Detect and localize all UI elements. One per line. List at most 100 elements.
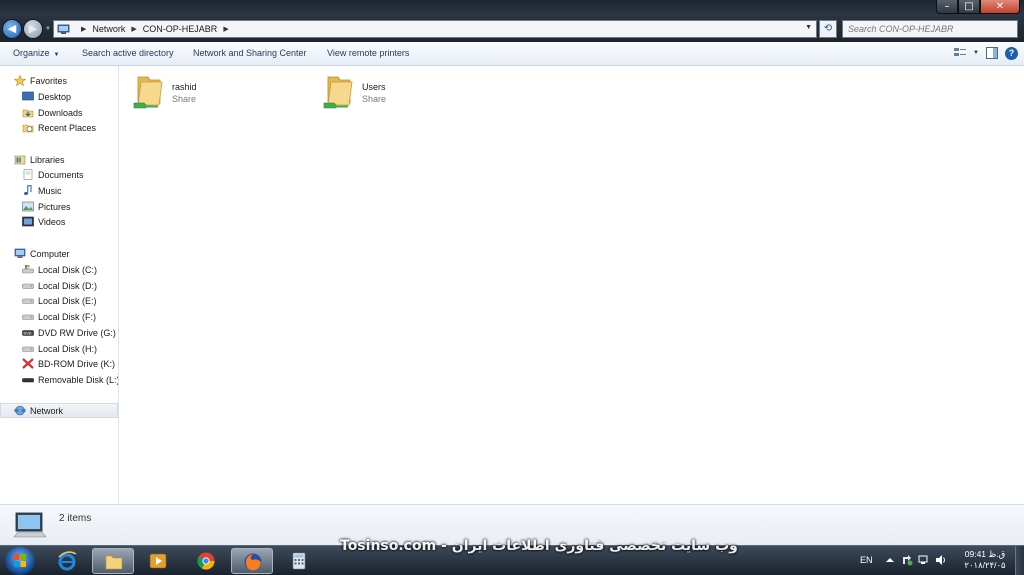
calculator-icon <box>292 552 306 570</box>
nav-label: Computer <box>30 248 70 259</box>
clock[interactable]: 09:41 ق.ظ ۲۰۱۸/۲۴/۰۵ <box>960 549 1010 571</box>
nav-label: Local Disk (F:) <box>38 311 97 322</box>
taskbar-chrome[interactable] <box>185 548 227 574</box>
search-box[interactable] <box>842 20 1018 38</box>
svg-text:DVD: DVD <box>24 332 32 336</box>
windows-drive-icon <box>22 265 34 274</box>
nav-label: Desktop <box>38 91 72 102</box>
nav-label: Pictures <box>38 201 71 212</box>
window-controls: – □ ✕ <box>936 0 1020 14</box>
navigation-pane: Favorites Desktop Downloads Recent Place… <box>0 66 119 504</box>
firefox-icon <box>244 553 262 571</box>
search-active-directory-button[interactable]: Search active directory <box>82 48 174 58</box>
media-player-icon <box>149 553 167 569</box>
title-bar: – □ ✕ <box>0 0 1024 16</box>
nav-local-disk-e[interactable]: Local Disk (E:) <box>22 293 97 308</box>
back-button[interactable]: ◀ <box>2 19 22 39</box>
network-icon <box>57 24 71 35</box>
nav-label: Favorites <box>30 75 68 86</box>
nav-label: Downloads <box>38 107 83 118</box>
show-hidden-icons-icon[interactable] <box>884 554 896 566</box>
nav-music[interactable]: Music <box>22 183 62 198</box>
nav-videos[interactable]: Videos <box>22 214 65 229</box>
start-button[interactable] <box>5 547 35 575</box>
history-dropdown-icon[interactable]: ▼ <box>45 26 51 32</box>
nav-desktop[interactable]: Desktop <box>22 89 71 104</box>
nav-libraries[interactable]: Libraries <box>14 152 65 167</box>
show-desktop-button[interactable] <box>1015 546 1024 575</box>
computer-icon <box>13 512 47 538</box>
clock-time: 09:41 ق.ظ <box>964 549 1006 559</box>
clock-date: ۲۰۱۸/۲۴/۰۵ <box>964 560 1006 570</box>
nav-label: Local Disk (E:) <box>38 295 97 306</box>
taskbar-firefox[interactable] <box>231 548 273 574</box>
view-dropdown-icon[interactable]: ▼ <box>973 50 979 56</box>
search-input[interactable] <box>843 21 1017 37</box>
nav-dvd-drive-g[interactable]: DVD DVD RW Drive (G:) M <box>22 325 119 340</box>
preview-pane-icon[interactable] <box>985 46 999 60</box>
documents-icon <box>23 169 33 180</box>
nav-label: Local Disk (H:) <box>38 343 98 354</box>
share-item-users[interactable]: Users Share <box>322 70 472 110</box>
file-list: rashid Share Users Share <box>120 66 1024 504</box>
network-sharing-center-button[interactable]: Network and Sharing Center <box>193 48 307 58</box>
system-tray <box>884 554 947 566</box>
nav-downloads[interactable]: Downloads <box>22 105 83 120</box>
breadcrumb-network[interactable]: Network <box>92 24 125 34</box>
nav-local-disk-h[interactable]: Local Disk (H:) <box>22 341 97 356</box>
taskbar-calculator[interactable] <box>278 548 320 574</box>
nav-recent-places[interactable]: Recent Places <box>22 120 96 135</box>
nav-label: Documents <box>38 169 84 180</box>
nav-computer[interactable]: Computer <box>14 246 70 261</box>
nav-network[interactable]: Network <box>14 403 63 418</box>
share-name: rashid <box>172 82 197 92</box>
nav-local-disk-d[interactable]: Local Disk (D:) <box>22 278 97 293</box>
nav-bd-rom-drive-k[interactable]: BD-ROM Drive (K:) D <box>22 356 118 371</box>
volume-icon[interactable] <box>935 554 947 566</box>
nav-removable-disk-l[interactable]: Removable Disk (L:) <box>22 372 118 387</box>
nav-label: Local Disk (D:) <box>38 280 98 291</box>
hard-drive-icon <box>22 314 34 320</box>
nav-favorites[interactable]: Favorites <box>14 73 67 88</box>
hard-drive-icon <box>22 346 34 352</box>
removable-disk-icon <box>22 378 34 383</box>
address-dropdown-icon[interactable]: ▼ <box>805 24 812 31</box>
recent-places-icon <box>22 124 34 133</box>
organize-button[interactable]: Organize ▼ <box>13 48 59 58</box>
breadcrumb-arrow-icon[interactable]: ▶ <box>223 25 228 33</box>
refresh-button[interactable]: ⟲ <box>819 20 837 38</box>
share-item-rashid[interactable]: rashid Share <box>132 70 282 110</box>
nav-local-disk-f[interactable]: Local Disk (F:) <box>22 309 96 324</box>
taskbar-internet-explorer[interactable] <box>46 548 88 574</box>
chevron-down-icon: ▼ <box>53 52 60 58</box>
star-icon <box>14 75 26 86</box>
change-view-icon[interactable] <box>953 46 967 60</box>
network-status-icon[interactable] <box>918 554 930 566</box>
view-remote-printers-button[interactable]: View remote printers <box>327 48 409 58</box>
minimize-button[interactable]: – <box>936 0 958 14</box>
breadcrumb: ▶ Network ▶ CON-OP-HEJABR ▶ <box>75 24 235 34</box>
taskbar-media-player[interactable] <box>137 548 179 574</box>
help-icon[interactable]: ? <box>1005 46 1018 60</box>
nav-local-disk-c[interactable]: Local Disk (C:) <box>22 262 97 277</box>
hard-drive-icon <box>22 283 34 289</box>
close-button[interactable]: ✕ <box>980 0 1020 14</box>
pictures-icon <box>22 201 34 212</box>
nav-documents[interactable]: Documents <box>22 167 84 182</box>
taskbar-explorer[interactable] <box>92 548 134 574</box>
breadcrumb-arrow-icon[interactable]: ▶ <box>131 25 136 33</box>
forward-button[interactable]: ▶ <box>23 19 43 39</box>
hard-drive-icon <box>22 298 34 304</box>
nav-pictures[interactable]: Pictures <box>22 199 71 214</box>
breadcrumb-arrow-icon[interactable]: ▶ <box>81 25 86 33</box>
maximize-button[interactable]: □ <box>958 0 980 14</box>
action-center-icon[interactable] <box>901 554 913 566</box>
nav-label: Libraries <box>30 154 65 165</box>
language-indicator[interactable]: EN <box>860 555 873 565</box>
nav-label: Recent Places <box>38 122 97 133</box>
address-bar[interactable]: ▶ Network ▶ CON-OP-HEJABR ▶ ▼ <box>53 20 817 38</box>
organize-label: Organize <box>13 48 50 58</box>
nav-label: DVD RW Drive (G:) M <box>38 327 119 338</box>
chrome-icon <box>197 552 215 570</box>
breadcrumb-computer[interactable]: CON-OP-HEJABR <box>143 24 218 34</box>
